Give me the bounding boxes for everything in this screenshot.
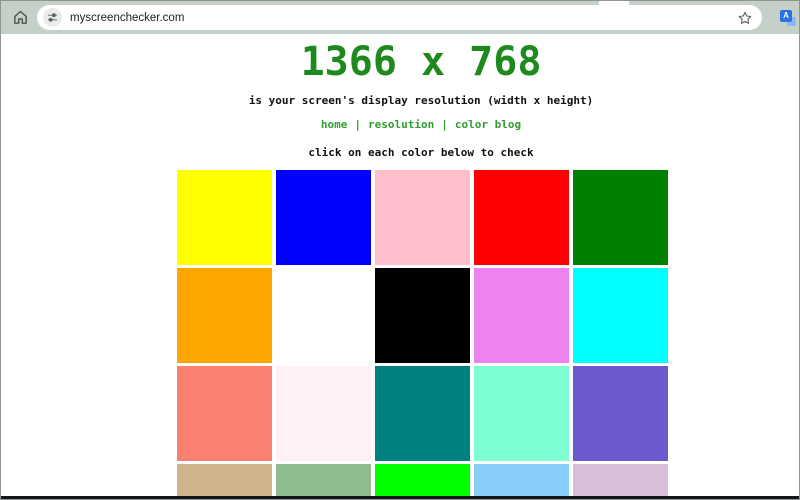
color-swatch-salmon[interactable]	[177, 366, 272, 461]
translate-icon-front: A	[780, 10, 792, 22]
url-input[interactable]: myscreenchecker.com	[70, 12, 729, 24]
instruction-text: click on each color below to check	[308, 146, 534, 159]
color-swatch-yellow[interactable]	[177, 170, 272, 265]
color-swatch-tan[interactable]	[177, 464, 272, 499]
color-swatch-darkseagreen[interactable]	[276, 464, 371, 499]
page-subtitle: is your screen's display resolution (wid…	[248, 94, 594, 107]
color-swatch-aquamarine[interactable]	[474, 366, 569, 461]
browser-window: myscreenchecker.com A 1366 x 768 is your…	[0, 0, 800, 500]
page-title: 1366 x 768	[300, 39, 542, 85]
nav-separator: |	[441, 118, 448, 131]
window-bottom-border	[1, 496, 799, 499]
color-swatch-violet[interactable]	[474, 268, 569, 363]
color-swatch-cyan[interactable]	[573, 268, 668, 363]
color-swatch-lightskyblue[interactable]	[474, 464, 569, 499]
color-swatch-orange[interactable]	[177, 268, 272, 363]
home-icon[interactable]	[12, 9, 29, 26]
color-grid	[177, 170, 668, 499]
color-swatch-pink[interactable]	[375, 170, 470, 265]
site-settings-badge[interactable]	[43, 8, 62, 27]
page-content: 1366 x 768 is your screen's display reso…	[43, 40, 799, 159]
nav-link-color-blog[interactable]: color blog	[455, 118, 521, 131]
color-swatch-red[interactable]	[474, 170, 569, 265]
color-swatch-white[interactable]	[276, 268, 371, 363]
nav-separator: |	[354, 118, 362, 131]
star-icon[interactable]	[737, 10, 753, 26]
nav-links: home | resolution | color blog	[43, 118, 799, 131]
color-swatch-lime[interactable]	[375, 464, 470, 499]
color-swatch-green[interactable]	[573, 170, 668, 265]
color-swatch-blue[interactable]	[276, 170, 371, 265]
address-bar[interactable]: myscreenchecker.com	[37, 5, 762, 30]
tune-icon	[47, 13, 58, 22]
nav-link-home[interactable]: home	[321, 118, 348, 131]
color-swatch-lavenderblush[interactable]	[276, 366, 371, 461]
browser-toolbar: myscreenchecker.com A	[1, 1, 799, 34]
nav-link-resolution[interactable]: resolution	[368, 118, 434, 131]
color-swatch-black[interactable]	[375, 268, 470, 363]
color-swatch-teal[interactable]	[375, 366, 470, 461]
color-swatch-thistle[interactable]	[573, 464, 668, 499]
translate-icon[interactable]: A	[780, 10, 796, 26]
color-swatch-slateblue[interactable]	[573, 366, 668, 461]
